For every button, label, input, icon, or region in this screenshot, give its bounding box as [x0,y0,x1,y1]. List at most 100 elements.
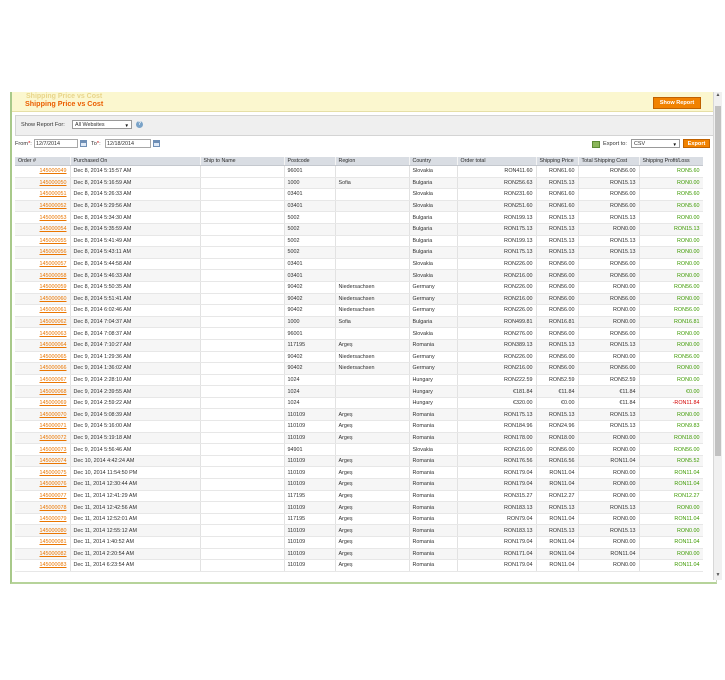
order-link[interactable]: 145000069 [40,400,67,406]
table-row[interactable]: 145000071 Dec 9, 2014 5:16:00 AM 110109 Arg… [15,420,703,433]
column-header-total-shipping-cost[interactable]: Total Shipping Cost [578,157,640,166]
export-format-select[interactable]: CSV ▼ [631,139,680,148]
table-row[interactable]: 145000059 Dec 8, 2014 5:50:35 AM 90402 Nied… [15,281,703,294]
table-row[interactable]: 145000069 Dec 9, 2014 2:59:22 AM 1024 Hunga… [15,397,703,410]
show-report-button[interactable]: Show Report [653,97,701,109]
cell-order-number[interactable]: 145000078 [15,501,71,514]
cell-order-number[interactable]: 145000067 [15,374,71,387]
cell-order-number[interactable]: 145000057 [15,258,71,271]
cell-order-number[interactable]: 145000065 [15,351,71,364]
table-row[interactable]: 145000067 Dec 9, 2014 2:28:10 AM 1024 Hunga… [15,374,703,387]
cell-order-number[interactable]: 145000055 [15,235,71,248]
table-row[interactable]: 145000062 Dec 8, 2014 7:04:37 AM 1000 Sofia… [15,316,703,329]
cell-order-number[interactable]: 145000068 [15,385,71,398]
scroll-up-icon[interactable]: ▲ [714,92,722,100]
order-link[interactable]: 145000081 [40,539,67,545]
order-link[interactable]: 145000074 [40,458,67,464]
order-link[interactable]: 145000063 [40,331,67,337]
table-row[interactable]: 145000055 Dec 8, 2014 5:41:49 AM 5002 Bulga… [15,235,703,248]
export-button[interactable]: Export [683,139,710,148]
table-row[interactable]: 145000066 Dec 9, 2014 1:36:02 AM 90402 Nied… [15,362,703,375]
column-header-postcode[interactable]: Postcode [284,157,336,166]
cell-order-number[interactable]: 145000070 [15,408,71,422]
table-row[interactable]: 145000061 Dec 8, 2014 6:02:46 AM 90402 Nied… [15,304,703,317]
table-row[interactable]: 145000056 Dec 8, 2014 5:43:11 AM 5002 Bulga… [15,246,703,259]
cell-order-number[interactable]: 145000051 [15,188,71,201]
table-row[interactable]: 145000064 Dec 8, 2014 7:10:27 AM 117195 Arg… [15,339,703,352]
cell-order-number[interactable]: 145000080 [15,524,71,537]
order-link[interactable]: 145000052 [40,203,67,209]
table-row[interactable]: 145000082 Dec 11, 2014 2:20:54 AM 110109 Ar… [15,548,703,561]
order-link[interactable]: 145000050 [40,180,67,186]
table-row[interactable]: 145000083 Dec 11, 2014 6:23:54 AM 110109 Ar… [15,559,703,572]
cell-order-number[interactable]: 145000050 [15,177,71,190]
order-link[interactable]: 145000083 [40,562,67,568]
cell-order-number[interactable]: 145000072 [15,432,71,445]
table-row[interactable]: 145000080 Dec 11, 2014 12:55:12 AM 110109 A… [15,524,703,537]
column-header-country[interactable]: Country [409,157,458,166]
cell-order-number[interactable]: 145000074 [15,455,71,468]
column-header-order[interactable]: Order # [15,157,71,166]
scrollbar-thumb[interactable] [715,106,721,456]
table-row[interactable]: 145000060 Dec 8, 2014 5:51:41 AM 90402 Nied… [15,293,703,306]
cell-order-number[interactable]: 145000054 [15,223,71,236]
order-link[interactable]: 145000057 [40,261,67,267]
page-scrollbar[interactable]: ▲ ▼ [713,92,722,580]
table-row[interactable]: 145000072 Dec 9, 2014 5:19:18 AM 110109 Arg… [15,432,703,445]
table-row[interactable]: 145000079 Dec 11, 2014 12:52:01 AM 117195 A… [15,513,703,526]
cell-order-number[interactable]: 145000069 [15,397,71,410]
cell-order-number[interactable]: 145000076 [15,478,71,491]
table-row[interactable]: 145000068 Dec 9, 2014 2:39:55 AM 1024 Hunga… [15,385,703,398]
cell-order-number[interactable]: 145000052 [15,200,71,213]
order-link[interactable]: 145000071 [40,423,67,429]
column-header-purchased-on[interactable]: Purchased On [70,157,201,166]
table-row[interactable]: 145000073 Dec 9, 2014 5:56:46 AM 94901 Slov… [15,443,703,456]
to-date-input[interactable]: 12/18/2014 [105,139,151,148]
cell-order-number[interactable]: 145000075 [15,466,71,480]
cell-order-number[interactable]: 145000064 [15,339,71,352]
order-link[interactable]: 145000080 [40,528,67,534]
order-link[interactable]: 145000073 [40,447,67,453]
column-header-order-total[interactable]: Order total [457,157,537,166]
cell-order-number[interactable]: 145000053 [15,211,71,224]
table-row[interactable]: 145000051 Dec 8, 2014 5:26:33 AM 03401 Slov… [15,188,703,201]
cell-order-number[interactable]: 145000079 [15,513,71,526]
table-row[interactable]: 145000058 Dec 8, 2014 5:46:33 AM 03401 Slov… [15,269,703,282]
cell-order-number[interactable]: 145000058 [15,269,71,282]
column-header-shipping-profit-loss[interactable]: Shipping Profit/Loss [639,157,703,166]
table-row[interactable]: 145000078 Dec 11, 2014 12:42:56 AM 110109 A… [15,501,703,514]
table-row[interactable]: 145000052 Dec 8, 2014 5:29:56 AM 03401 Slov… [15,200,703,213]
order-link[interactable]: 145000058 [40,273,67,279]
table-row[interactable]: 145000063 Dec 8, 2014 7:08:37 AM 96001 Slov… [15,327,703,340]
store-select[interactable]: All Websites ▼ [72,120,132,129]
order-link[interactable]: 145000076 [40,481,67,487]
cell-order-number[interactable]: 145000083 [15,559,71,572]
cell-order-number[interactable]: 145000049 [15,165,71,178]
table-row[interactable]: 145000054 Dec 8, 2014 5:35:59 AM 5002 Bulga… [15,223,703,236]
cell-order-number[interactable]: 145000060 [15,293,71,306]
cell-order-number[interactable]: 145000082 [15,548,71,561]
table-row[interactable]: 145000076 Dec 11, 2014 12:30:44 AM 110109 A… [15,478,703,491]
from-date-input[interactable]: 12/7/2014 [34,139,78,148]
table-row[interactable]: 145000065 Dec 9, 2014 1:29:36 AM 90402 Nied… [15,351,703,364]
order-link[interactable]: 145000053 [40,215,67,221]
calendar-icon[interactable] [153,140,160,147]
cell-order-number[interactable]: 145000059 [15,281,71,294]
cell-order-number[interactable]: 145000061 [15,304,71,317]
table-row[interactable]: 145000074 Dec 10, 2014 4:42:24 AM 110109 Ar… [15,455,703,468]
order-link[interactable]: 145000049 [40,168,67,174]
table-row[interactable]: 145000057 Dec 8, 2014 5:44:58 AM 03401 Slov… [15,258,703,271]
table-row[interactable]: 145000049 Dec 8, 2014 5:15:57 AM 96001 Slov… [15,165,703,178]
order-link[interactable]: 145000056 [40,249,67,255]
cell-order-number[interactable]: 145000063 [15,327,71,340]
table-row[interactable]: 145000077 Dec 11, 2014 12:41:29 AM 117195 A… [15,490,703,503]
help-icon[interactable]: ? [136,121,143,128]
cell-order-number[interactable]: 145000077 [15,490,71,503]
calendar-icon[interactable] [80,140,87,147]
table-row[interactable]: 145000075 Dec 10, 2014 11:54:50 PM 110109 A… [15,466,703,480]
cell-order-number[interactable]: 145000066 [15,362,71,375]
table-row[interactable]: 145000081 Dec 11, 2014 1:40:52 AM 110109 Ar… [15,536,703,549]
order-link[interactable]: 145000079 [40,516,67,522]
order-link[interactable]: 145000077 [40,493,67,499]
column-header-shipping-price[interactable]: Shipping Price [536,157,579,166]
